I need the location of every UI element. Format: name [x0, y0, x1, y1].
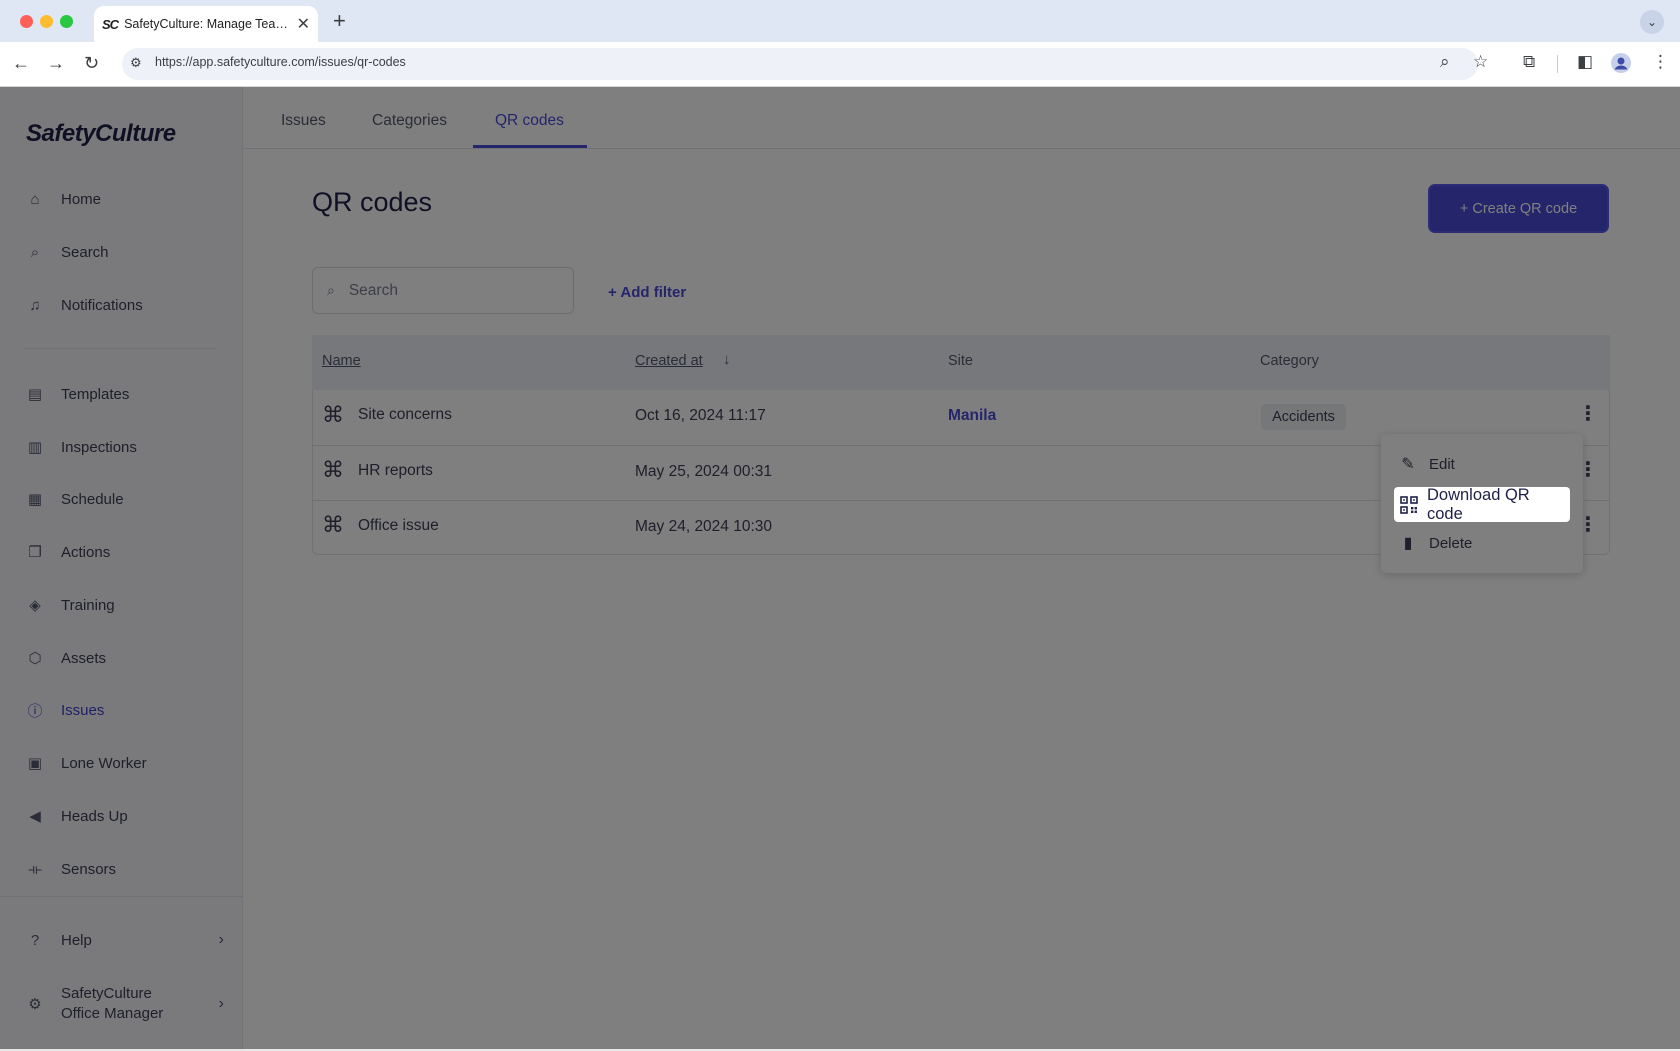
browser-menu-icon[interactable]: ⋮ — [1652, 52, 1669, 72]
favicon-icon: SC — [102, 16, 119, 32]
tab-title: SafetyCulture: Manage Teams and... — [124, 17, 293, 31]
tab-search-chevron-icon[interactable]: ⌄ — [1640, 10, 1664, 34]
site-info-icon[interactable]: ⚙ — [130, 55, 142, 71]
back-arrow-icon[interactable]: ← — [12, 53, 30, 74]
window-close-button[interactable] — [20, 15, 33, 28]
profile-avatar-icon[interactable] — [1611, 53, 1631, 73]
window-minimize-button[interactable] — [40, 15, 53, 28]
new-tab-button[interactable]: + — [333, 8, 346, 34]
extensions-icon[interactable]: ⧉ — [1523, 52, 1535, 72]
forward-arrow-icon[interactable]: → — [47, 53, 65, 74]
window-maximize-button[interactable] — [60, 15, 73, 28]
tab-close-icon[interactable]: ✕ — [297, 14, 310, 34]
download-qr-code-label: Download QR code — [1426, 485, 1530, 523]
menu-item-download-qr-code[interactable]: Download QR code — [1394, 485, 1570, 523]
zoom-icon[interactable]: ⌕ — [1440, 52, 1450, 72]
browser-tab[interactable]: SC SafetyCulture: Manage Teams and... ✕ — [94, 6, 318, 42]
toolbar-divider — [1557, 55, 1558, 73]
qr-code-icon — [1400, 495, 1418, 514]
side-panel-icon[interactable]: ◧ — [1577, 52, 1593, 72]
address-url: https://app.safetyculture.com/issues/qr-… — [155, 55, 406, 69]
reload-icon[interactable]: ↻ — [84, 53, 99, 74]
bookmark-star-icon[interactable]: ☆ — [1473, 52, 1488, 72]
dim-overlay — [0, 87, 1680, 1051]
